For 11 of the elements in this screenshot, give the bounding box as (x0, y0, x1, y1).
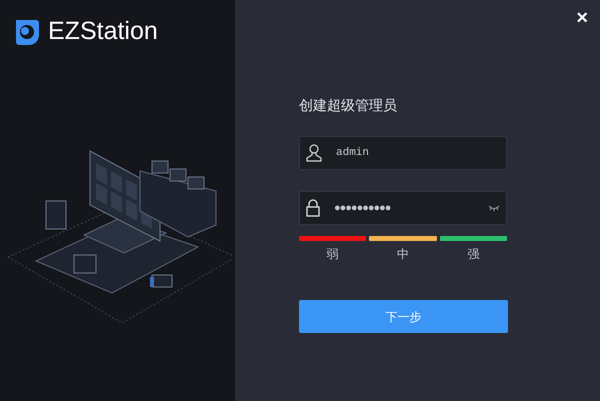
strength-label: 强 (467, 246, 480, 263)
brand-name: EZStation (48, 18, 158, 44)
eye-closed-icon[interactable] (488, 205, 500, 211)
user-icon (306, 144, 322, 162)
username-field[interactable]: admin (299, 136, 507, 170)
password-field[interactable]: ●●●●●●●●●● (299, 191, 507, 225)
strength-label: 中 (396, 246, 409, 263)
form-title: 创建超级管理员 (299, 96, 398, 115)
lock-icon (306, 199, 320, 217)
close-button[interactable]: × (576, 8, 588, 28)
strength-label: 弱 (326, 246, 339, 263)
